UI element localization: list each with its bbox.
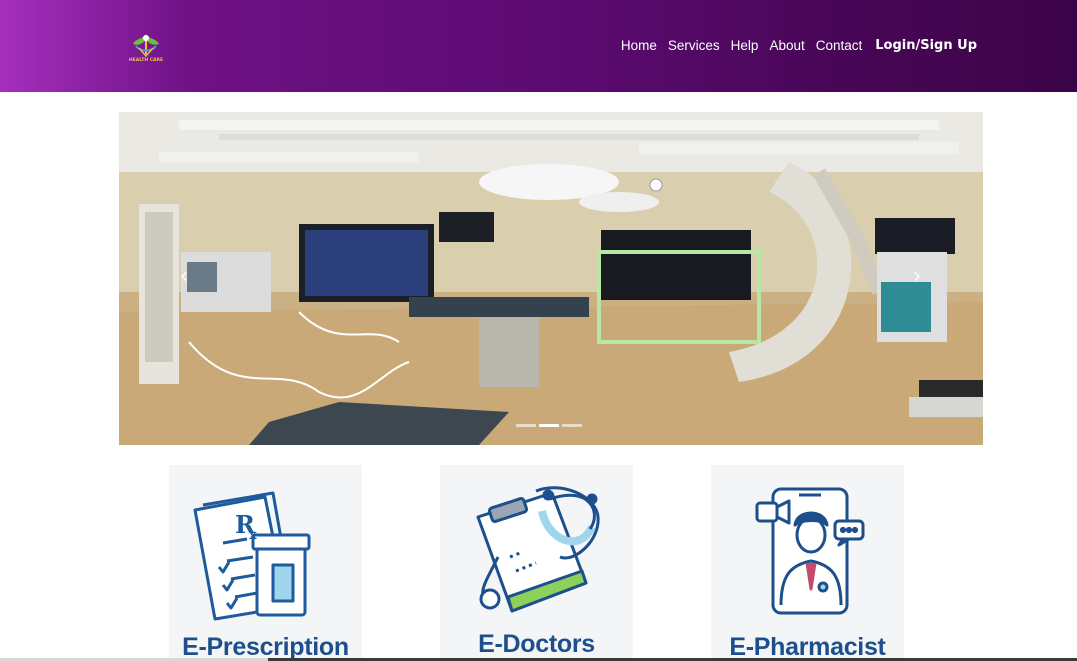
carousel-indicator-1[interactable] xyxy=(516,424,536,427)
site-header: HEALTH CARE Home Services Help About Con… xyxy=(0,0,1077,92)
service-card-e-doctors[interactable]: E-Doctors xyxy=(440,465,633,661)
carousel-next-icon[interactable]: › xyxy=(907,262,927,292)
svg-text:x: x xyxy=(249,528,257,543)
service-card-e-pharmacist[interactable]: E-Pharmacist xyxy=(711,465,904,661)
carousel-indicator-2[interactable] xyxy=(539,424,559,427)
service-title: E-Doctors xyxy=(478,630,595,658)
health-care-logo[interactable]: HEALTH CARE xyxy=(124,30,168,64)
operating-room-image xyxy=(119,112,983,445)
carousel-prev-icon[interactable]: ‹ xyxy=(174,262,194,292)
main-nav: Home Services Help About Contact Login/S… xyxy=(621,38,977,53)
nav-services[interactable]: Services xyxy=(668,38,720,53)
prescription-icon: R x xyxy=(193,491,311,621)
nav-help[interactable]: Help xyxy=(731,38,759,53)
svg-text:HEALTH CARE: HEALTH CARE xyxy=(129,57,163,63)
carousel-indicator-3[interactable] xyxy=(562,424,582,427)
nav-login-signup[interactable]: Login/Sign Up xyxy=(875,38,977,53)
nav-home[interactable]: Home xyxy=(621,38,657,53)
service-title: E-Prescription xyxy=(182,633,349,661)
service-title: E-Pharmacist xyxy=(729,633,886,661)
service-card-e-prescription[interactable]: R x E-Prescription xyxy=(169,465,362,661)
nav-about[interactable]: About xyxy=(769,38,804,53)
clipboard-stethoscope-icon xyxy=(476,486,600,613)
carousel-indicators xyxy=(516,424,582,427)
nav-contact[interactable]: Contact xyxy=(816,38,863,53)
hero-carousel[interactable] xyxy=(119,112,983,445)
phone-video-doctor-icon xyxy=(755,487,865,615)
